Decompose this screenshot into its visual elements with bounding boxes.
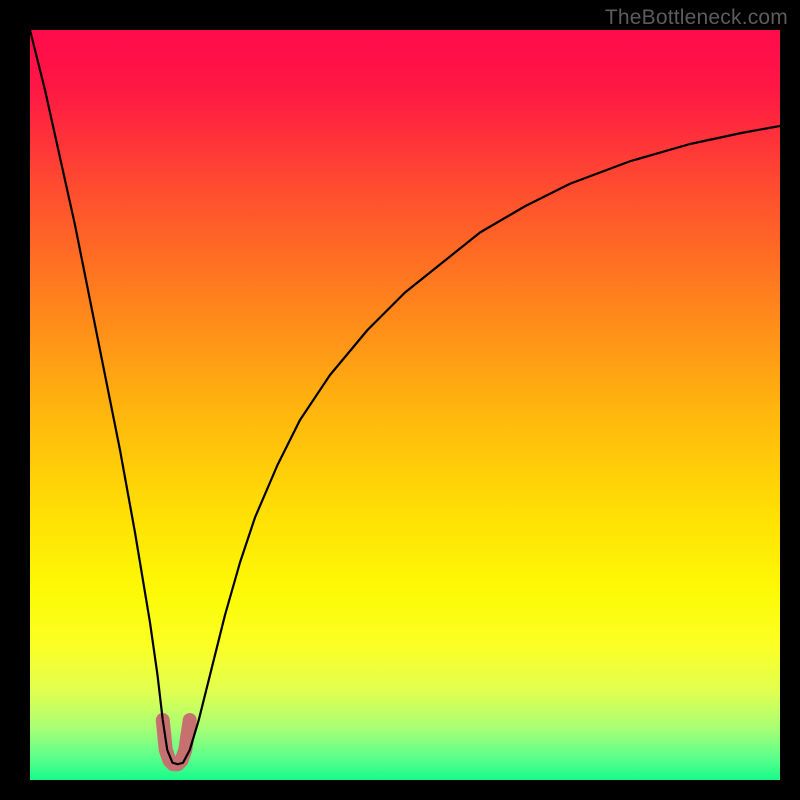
chart-container <box>30 30 780 780</box>
watermark-text: TheBottleneck.com <box>605 6 788 30</box>
gradient-background <box>30 30 780 780</box>
bottleneck-chart <box>30 30 780 780</box>
